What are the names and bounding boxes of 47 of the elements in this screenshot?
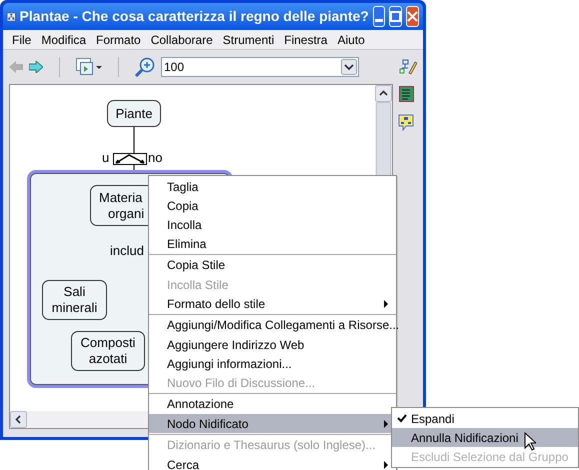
context-menu-item[interactable]: Aggiungere Indirizzo Web: [149, 335, 396, 354]
forward-arrow-icon[interactable]: [29, 61, 43, 73]
context-menu-item[interactable]: Aggiungi informazioni...: [149, 354, 396, 373]
close-icon: [407, 11, 418, 22]
menu-item[interactable]: Modifica: [36, 30, 92, 48]
maximize-button[interactable]: [389, 6, 402, 27]
submenu-arrow-icon: [384, 460, 388, 468]
minimize-icon: [374, 19, 383, 22]
maximize-icon: [390, 11, 401, 22]
menu-item[interactable]: Finestra: [279, 30, 332, 48]
document-list-icon[interactable]: [398, 86, 414, 102]
node-text: azotati: [88, 351, 128, 367]
menu-item[interactable]: Formato: [91, 30, 146, 48]
submenu-arrow-icon: [384, 420, 388, 428]
node-text: Materia: [99, 190, 144, 206]
zoom-value: 100: [163, 59, 186, 76]
node-text: Sali: [64, 284, 86, 300]
link-text: includ: [110, 243, 144, 258]
window-title: Plantae - Che cosa caratterizza il regno delle piante?: [20, 7, 369, 26]
context-menu-item[interactable]: Aggiungi/Modifica Collegamenti a Risorse...: [149, 314, 396, 335]
context-menu-item[interactable]: Formato dello stile: [149, 294, 396, 313]
node-text: minerali: [52, 300, 98, 316]
menu-item[interactable]: Collaborare: [146, 30, 218, 48]
mouse-cursor-icon: [524, 432, 536, 451]
discussion-map-icon[interactable]: [398, 114, 414, 131]
context-menu-item[interactable]: Elimina: [149, 234, 396, 253]
concept-node: Piante: [107, 100, 161, 127]
zoom-icon[interactable]: [135, 57, 155, 77]
zoom-field[interactable]: 100: [161, 57, 359, 77]
context-menu-item[interactable]: Copia: [149, 196, 396, 215]
submenu-arrow-icon: [384, 300, 388, 308]
menu-item[interactable]: Strumenti: [218, 30, 280, 48]
move-handle-icon[interactable]: [113, 153, 147, 165]
dropdown-caret-icon[interactable]: [341, 59, 357, 75]
menu-item[interactable]: File: [7, 30, 36, 48]
context-menu-item[interactable]: Copia Stile: [149, 254, 396, 275]
minimize-button[interactable]: [372, 6, 385, 27]
link-text: u: [102, 150, 110, 165]
view-switch-icon[interactable]: [76, 58, 102, 76]
menu-item[interactable]: Aiuto: [332, 30, 370, 48]
context-menu-item[interactable]: Taglia: [149, 177, 396, 196]
close-button[interactable]: [406, 6, 419, 27]
submenu-item[interactable]: Annulla Nidificazioni: [392, 428, 578, 447]
node-text: Composti: [80, 335, 136, 351]
map-edit-icon[interactable]: [399, 59, 417, 75]
context-menu-item[interactable]: Incolla: [149, 215, 396, 234]
link-text: no: [148, 150, 162, 165]
